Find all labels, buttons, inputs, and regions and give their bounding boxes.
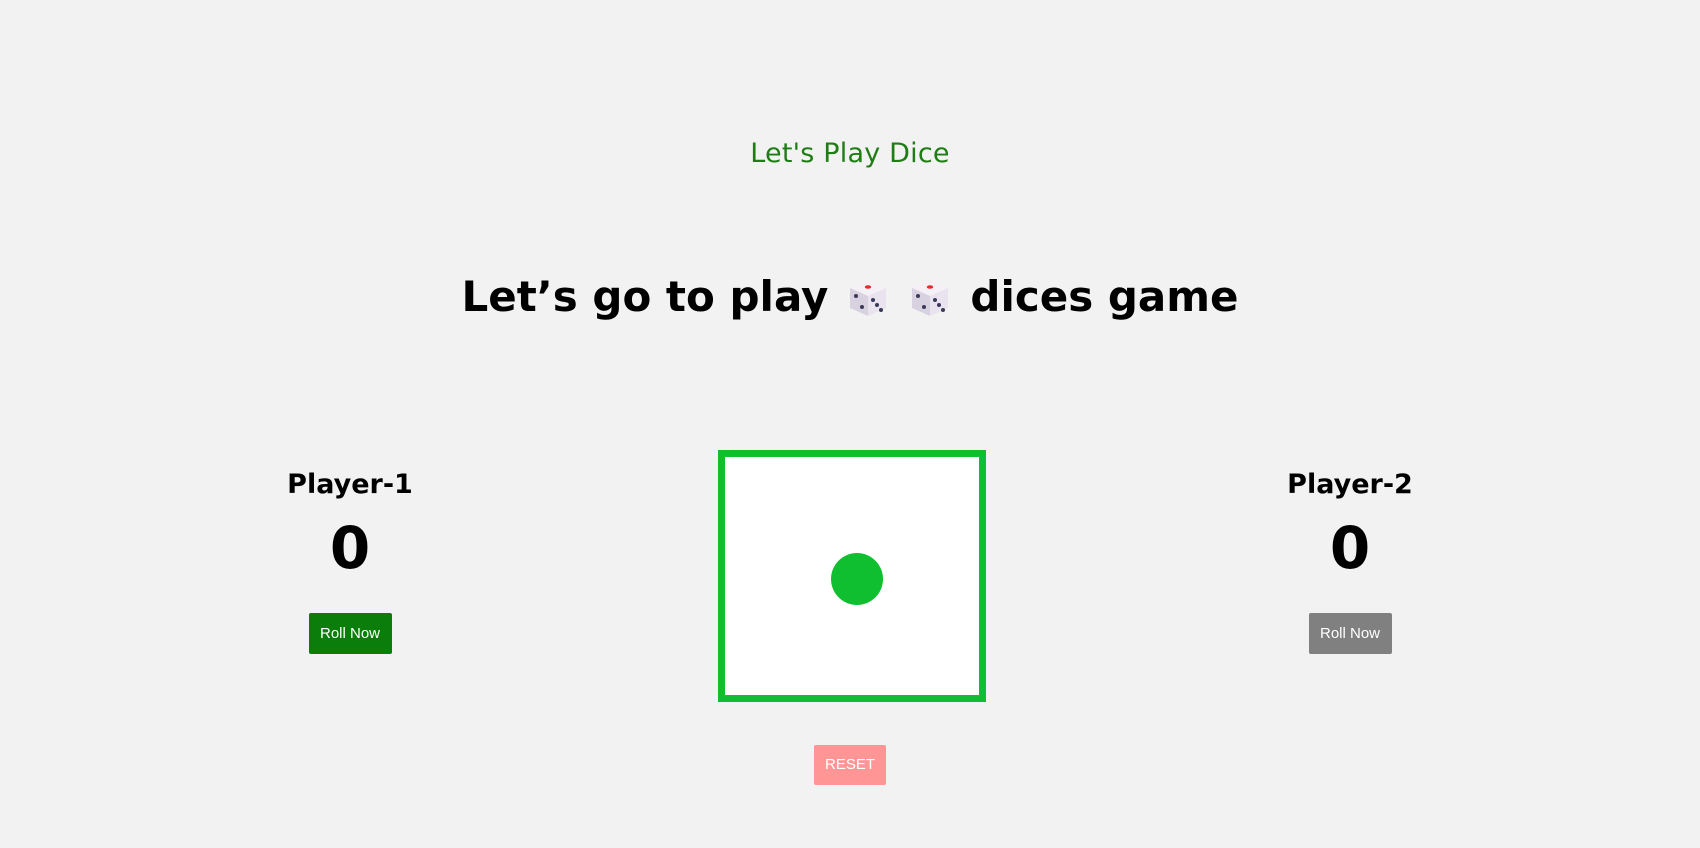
headline-text-end: dices game [970, 272, 1239, 321]
dice-icon [846, 276, 890, 318]
player-1-roll-button[interactable]: Roll Now [308, 613, 392, 654]
player-2-roll-button[interactable]: Roll Now [1308, 613, 1392, 654]
player-2-panel: Player-2 0 Roll Now [1225, 466, 1475, 654]
dice-icon [908, 276, 952, 318]
dice-face [718, 450, 986, 702]
player-1-panel: Player-1 0 Roll Now [225, 466, 475, 654]
player-2-name: Player-2 [1287, 469, 1413, 500]
page-subtitle: Let's Play Dice [750, 138, 950, 169]
headline-text-start: Let’s go to play [461, 272, 829, 321]
player-2-score: 0 [1329, 514, 1371, 582]
page-title: Let’s go to play dices game [0, 272, 1700, 321]
player-1-name: Player-1 [287, 469, 413, 500]
dice-pip [831, 553, 883, 605]
reset-button[interactable]: RESET [814, 745, 886, 785]
player-1-score: 0 [329, 514, 371, 582]
